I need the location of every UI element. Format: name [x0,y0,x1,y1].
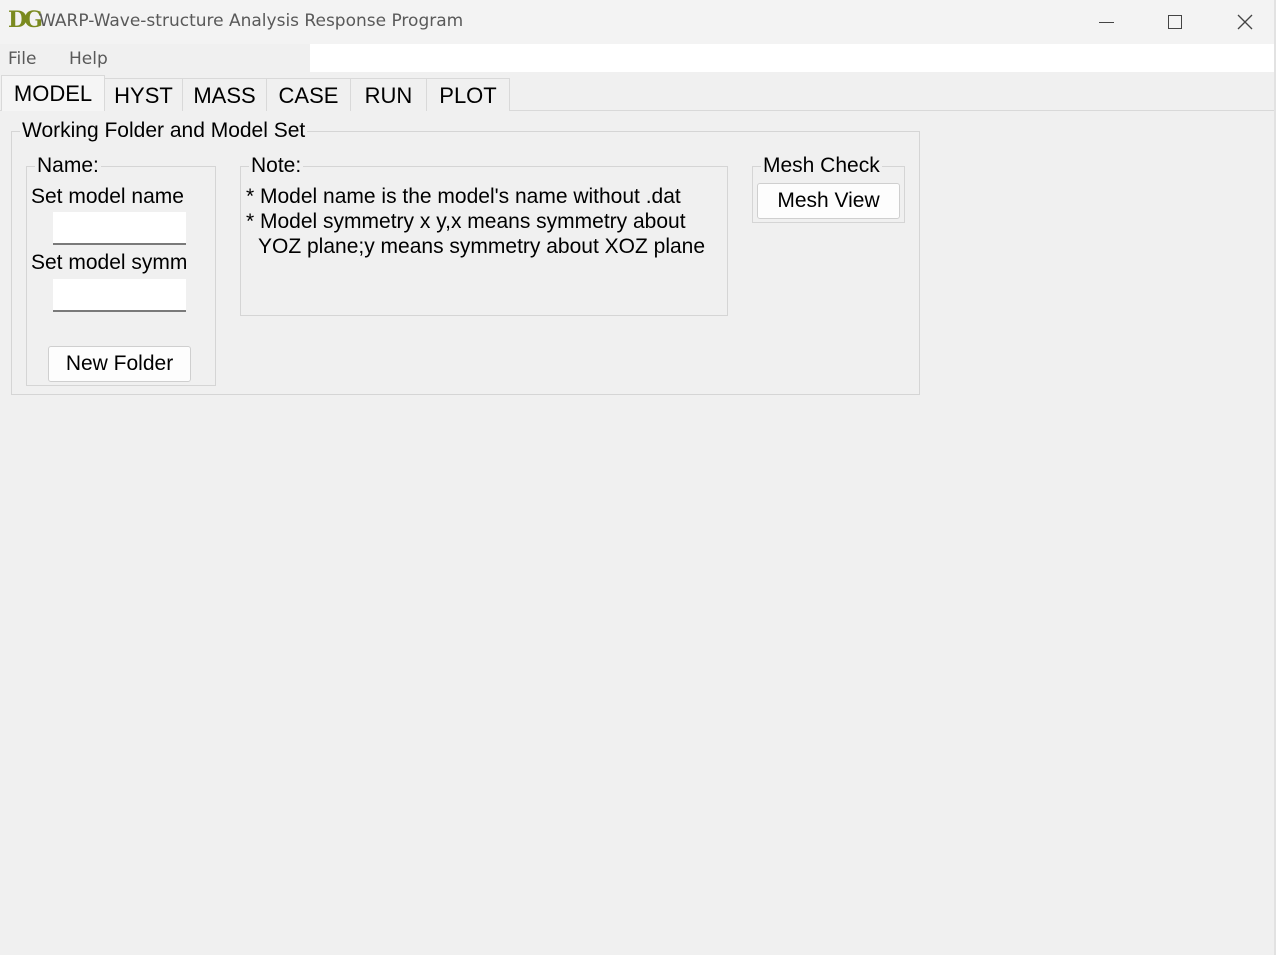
tab-model[interactable]: MODEL [1,75,105,111]
close-button[interactable] [1210,0,1276,44]
mesh-view-button[interactable]: Mesh View [757,183,900,219]
tab-case[interactable]: CASE [266,78,351,111]
menu-bar: File Help [0,44,1276,72]
note-line: * Model symmetry x y,x means symmetry ab… [246,210,686,233]
set-model-name-label: Set model name [31,185,184,208]
close-icon [1237,14,1253,30]
mesh-check-group-title: Mesh Check [761,154,882,178]
model-symm-input[interactable] [53,279,186,312]
title-bar: DG WARP-Wave-structure Analysis Response… [0,0,1276,44]
model-name-input[interactable] [53,212,186,245]
tab-run[interactable]: RUN [350,78,427,111]
note-group-title: Note: [249,154,304,178]
set-model-symm-label: Set model symm [31,251,188,274]
tab-mass[interactable]: MASS [182,78,267,111]
tab-plot[interactable]: PLOT [426,78,510,111]
menu-help[interactable]: Help [69,48,108,70]
working-folder-group-title: Working Folder and Model Set [20,119,308,143]
tab-hyst[interactable]: HYST [104,78,183,111]
maximize-icon [1168,15,1182,29]
window-title: WARP-Wave-structure Analysis Response Pr… [39,11,464,31]
minimize-button[interactable] [1071,0,1141,44]
app-logo-icon: DG [8,7,43,33]
minimize-icon [1098,21,1114,23]
menu-file[interactable]: File [8,48,36,70]
note-line: YOZ plane;y means symmetry about XOZ pla… [258,235,706,258]
new-folder-button[interactable]: New Folder [48,346,191,382]
maximize-button[interactable] [1140,0,1210,44]
note-line: * Model name is the model's name without… [246,185,681,208]
name-group-title: Name: [35,154,101,178]
